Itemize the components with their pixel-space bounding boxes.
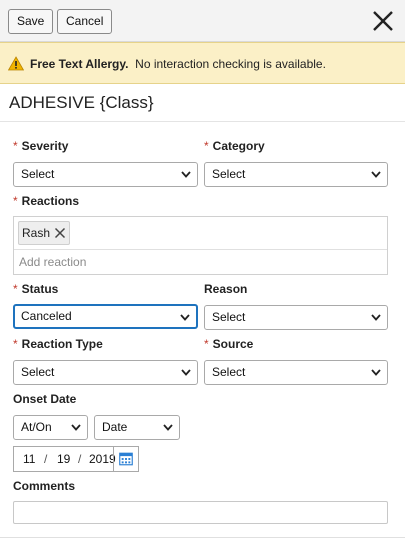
alert-message: No interaction checking is available. — [135, 57, 326, 71]
chevron-down-icon — [371, 314, 381, 321]
reaction-type-select[interactable]: Select — [13, 360, 198, 385]
required-marker: * — [13, 337, 18, 351]
allergy-name: ADHESIVE {Class} — [9, 93, 154, 112]
reason-select[interactable]: Select — [204, 305, 388, 330]
reason-label: Reason — [204, 282, 248, 296]
required-marker: * — [204, 337, 209, 351]
chevron-down-icon — [181, 171, 191, 178]
reactions-box: Rash — [13, 216, 388, 275]
save-button[interactable]: Save — [8, 9, 54, 34]
alert-title: Free Text Allergy. — [30, 57, 129, 71]
severity-select[interactable]: Select — [13, 162, 198, 187]
reason-value: Select — [212, 310, 246, 324]
chevron-down-icon — [371, 369, 381, 376]
reaction-type-label: * Reaction Type — [13, 337, 103, 351]
onset-year[interactable]: 2019 — [89, 452, 116, 466]
divider — [14, 249, 387, 250]
calendar-icon[interactable] — [113, 447, 138, 471]
onset-qualifier-select[interactable]: At/On — [13, 415, 88, 440]
chevron-down-icon — [181, 369, 191, 376]
remove-chip-icon[interactable] — [54, 227, 66, 239]
reaction-chip-label: Rash — [22, 226, 51, 240]
alert-banner: Free Text Allergy. No interaction checki… — [0, 42, 405, 84]
warning-icon — [8, 56, 24, 71]
onset-date-field[interactable]: 11 / 19 / 2019 — [13, 446, 139, 472]
source-value: Select — [212, 365, 246, 379]
chevron-down-icon — [163, 424, 173, 431]
cancel-button[interactable]: Cancel — [57, 9, 113, 34]
divider — [0, 537, 405, 538]
category-label: * Category — [204, 139, 265, 153]
required-marker: * — [13, 139, 18, 153]
severity-value: Select — [21, 167, 55, 181]
source-select[interactable]: Select — [204, 360, 388, 385]
onset-precision-value: Date — [102, 420, 128, 434]
close-icon[interactable] — [371, 9, 395, 33]
chevron-down-icon — [371, 171, 381, 178]
alert-text: Free Text Allergy. No interaction checki… — [30, 43, 326, 85]
chevron-down-icon — [180, 314, 190, 321]
reaction-type-value: Select — [21, 365, 55, 379]
add-reaction-input[interactable] — [17, 252, 377, 272]
toolbar: Save Cancel — [0, 0, 405, 42]
onset-day[interactable]: 19 — [57, 452, 70, 466]
source-label: * Source — [204, 337, 254, 351]
status-value: Canceled — [21, 309, 72, 323]
status-label: * Status — [13, 282, 59, 296]
category-select[interactable]: Select — [204, 162, 388, 187]
onset-qualifier-value: At/On — [21, 420, 52, 434]
onset-precision-select[interactable]: Date — [94, 415, 180, 440]
onset-month[interactable]: 11 — [23, 452, 35, 466]
required-marker: * — [13, 282, 18, 296]
allergy-header: ADHESIVE {Class} — [0, 84, 405, 122]
date-separator: / — [44, 452, 48, 466]
reactions-label: * Reactions — [13, 194, 80, 208]
status-select[interactable]: Canceled — [13, 304, 198, 329]
reaction-chip: Rash — [18, 221, 70, 245]
onset-date-label: Onset Date — [13, 392, 77, 406]
category-value: Select — [212, 167, 246, 181]
comments-label: Comments — [13, 479, 76, 493]
date-separator: / — [78, 452, 82, 466]
required-marker: * — [13, 194, 18, 208]
required-marker: * — [204, 139, 209, 153]
chevron-down-icon — [71, 424, 81, 431]
severity-label: * Severity — [13, 139, 69, 153]
comments-field[interactable] — [13, 501, 388, 524]
